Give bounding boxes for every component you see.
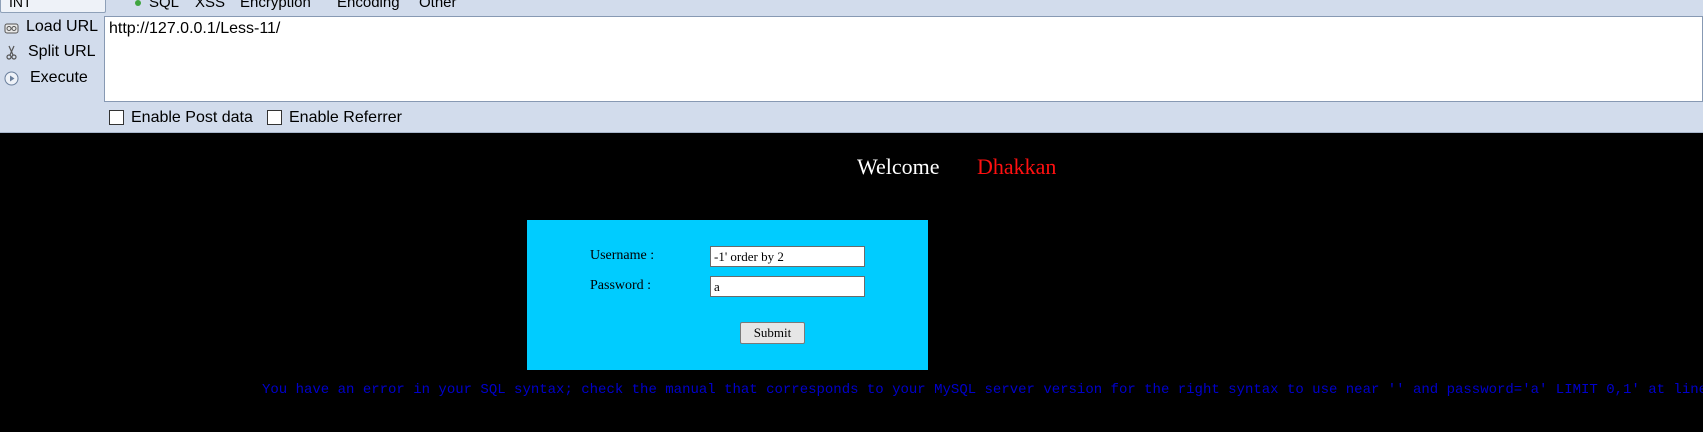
hackbar-toolbar: INT SQL XSS Encryption Encoding Other Lo… xyxy=(0,0,1703,133)
sql-status-dot-icon xyxy=(135,0,141,6)
load-url-button[interactable]: Load URL xyxy=(0,16,104,40)
submit-button[interactable]: Submit xyxy=(740,322,805,344)
int-select[interactable]: INT xyxy=(0,0,106,13)
password-input[interactable] xyxy=(710,276,865,297)
execute-button[interactable]: Execute xyxy=(0,67,104,91)
url-input[interactable]: http://127.0.0.1/Less-11/ xyxy=(104,16,1703,102)
menu-encoding[interactable]: Encoding xyxy=(337,0,400,11)
hackbar-menu-row: INT SQL XSS Encryption Encoding Other xyxy=(0,0,1703,16)
menu-sql[interactable]: SQL xyxy=(149,0,179,11)
enable-post-data-checkbox[interactable]: Enable Post data xyxy=(109,108,259,128)
username-label: Username : xyxy=(590,248,655,263)
enable-referrer-checkbox[interactable]: Enable Referrer xyxy=(267,108,417,128)
split-url-label: Split URL xyxy=(28,43,96,60)
execute-label: Execute xyxy=(30,69,88,86)
sql-error-message: You have an error in your SQL syntax; ch… xyxy=(262,382,1703,398)
username-input[interactable] xyxy=(710,246,865,267)
welcome-text: Welcome xyxy=(857,154,940,179)
menu-encryption[interactable]: Encryption xyxy=(240,0,311,11)
welcome-name: Dhakkan xyxy=(977,154,1057,179)
menu-xss[interactable]: XSS xyxy=(195,0,225,11)
login-form: Username : Password : Submit xyxy=(527,220,928,370)
load-url-icon xyxy=(4,23,19,34)
play-icon xyxy=(4,71,19,86)
scissors-icon xyxy=(6,45,17,60)
referrer-checkbox-box[interactable] xyxy=(267,110,282,125)
post-data-checkbox-box[interactable] xyxy=(109,110,124,125)
menu-other[interactable]: Other xyxy=(419,0,457,11)
enable-post-data-label: Enable Post data xyxy=(131,109,253,126)
password-label: Password : xyxy=(590,278,652,293)
split-url-button[interactable]: Split URL xyxy=(0,41,104,65)
enable-referrer-label: Enable Referrer xyxy=(289,109,402,126)
load-url-label: Load URL xyxy=(26,18,99,35)
